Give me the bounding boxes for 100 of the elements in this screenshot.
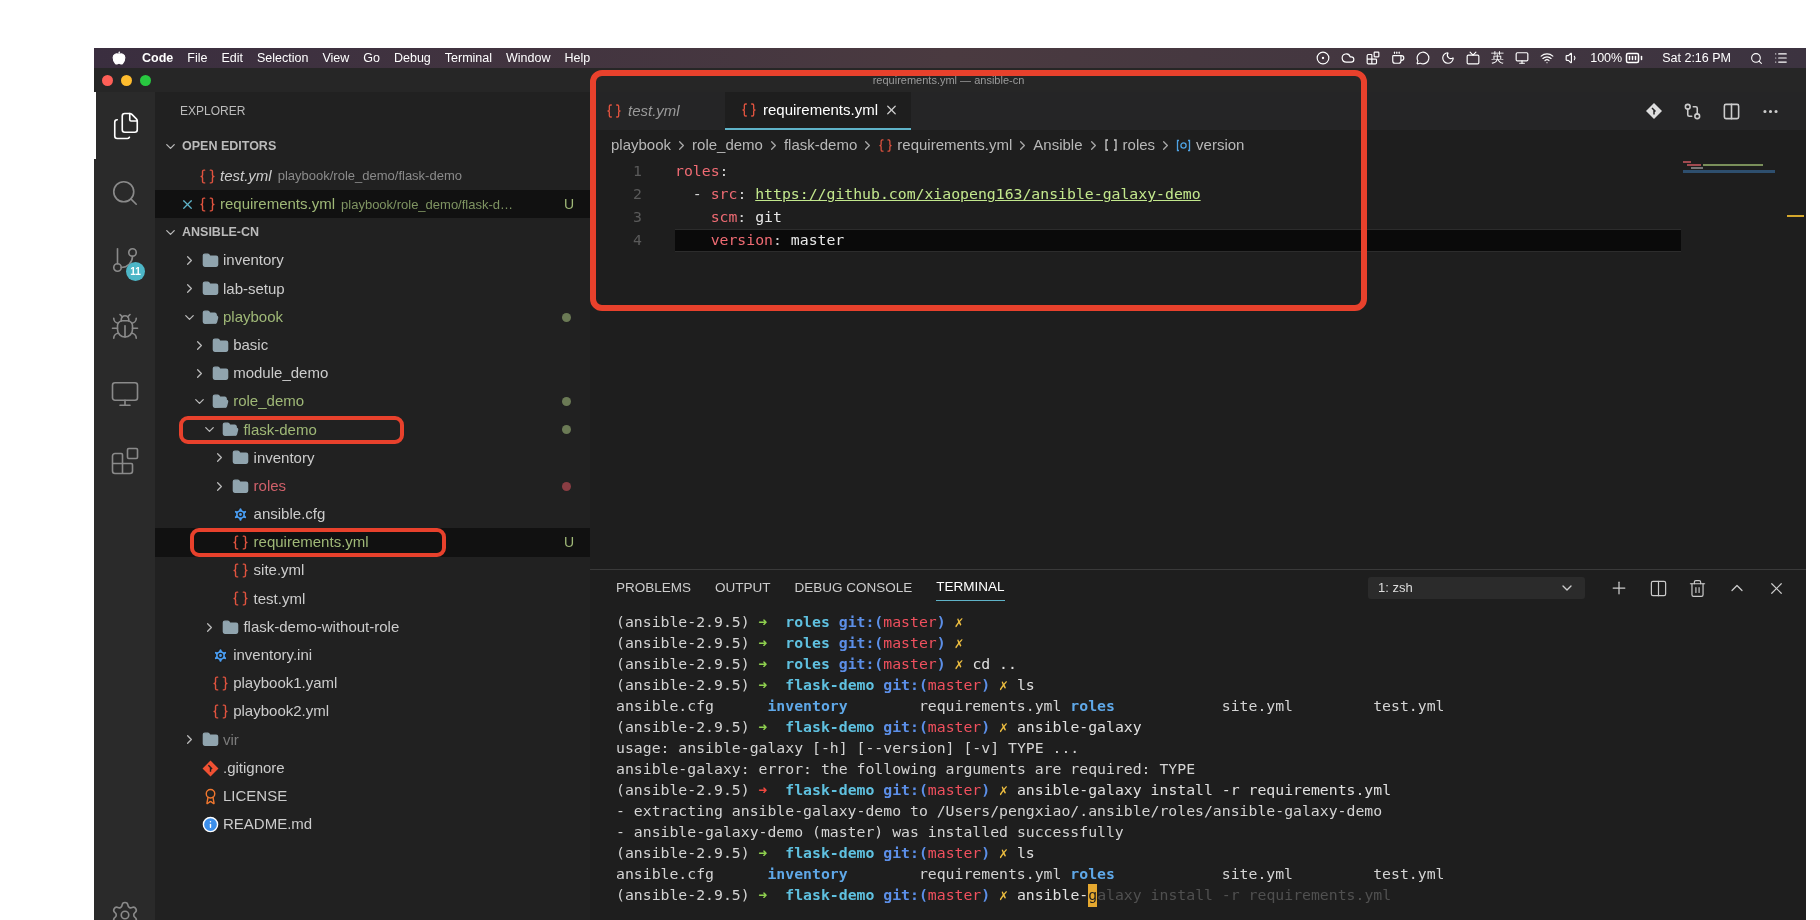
diamond-icon[interactable] xyxy=(1645,102,1663,120)
apple-icon[interactable] xyxy=(112,51,126,65)
prompt-dirty-mark: ✗ xyxy=(954,633,964,654)
prompt-directory: flask-demo xyxy=(785,780,875,801)
terminal-select[interactable]: 1: zsh xyxy=(1368,577,1585,599)
editor-tab[interactable]: requirements.yml xyxy=(725,92,911,130)
prompt-git: ) xyxy=(981,675,991,696)
prompt-git: git:( xyxy=(838,612,884,633)
prompt-directory: roles xyxy=(785,633,830,654)
gear-icon xyxy=(211,646,229,664)
prompt-arrow: ➜ xyxy=(758,633,768,654)
breadcrumb-item[interactable]: role_demo xyxy=(692,133,763,157)
listing-entry: inventory xyxy=(767,864,849,885)
split-terminal-icon[interactable] xyxy=(1649,578,1668,598)
section-header[interactable]: OPEN EDITORS xyxy=(155,130,590,162)
prompt-directory: roles xyxy=(785,612,830,633)
open-editor-item[interactable]: requirements.yml playbook/role_demo/flask-d… U xyxy=(155,190,590,219)
screen-icon[interactable] xyxy=(1466,51,1481,65)
split-editor-icon[interactable] xyxy=(1722,101,1741,121)
prompt-branch: master xyxy=(927,843,982,864)
breadcrumb-item[interactable]: Ansible xyxy=(1033,133,1083,157)
menu-item[interactable]: View xyxy=(322,48,350,68)
wifi-icon[interactable] xyxy=(1540,51,1555,65)
chat-icon[interactable] xyxy=(1416,51,1431,65)
menu-item[interactable]: Edit xyxy=(221,48,243,68)
section-title: OPEN EDITORS xyxy=(182,137,277,155)
panel-tab[interactable]: PROBLEMS xyxy=(616,575,692,601)
panel-tab[interactable]: DEBUG CONSOLE xyxy=(794,575,913,601)
terminal-output: ansible-galaxy: error: the following arguments are required: TYPE xyxy=(616,759,1197,780)
breadcrumb-item[interactable]: requirements.yml xyxy=(897,133,1013,157)
prompt-env: (ansible-2.9.5) xyxy=(616,633,750,654)
menu-item[interactable]: Selection xyxy=(256,48,309,68)
file-name: flask-demo-without-role xyxy=(243,616,400,637)
file-name: roles xyxy=(253,475,287,496)
extensions-icon[interactable] xyxy=(109,445,140,476)
file-name: playbook xyxy=(223,306,284,327)
search-icon[interactable] xyxy=(1750,51,1763,65)
breadcrumb-item[interactable]: playbook xyxy=(611,133,672,157)
info-icon xyxy=(201,815,219,833)
section-title: ANSIBLE-CN xyxy=(182,224,260,242)
circle-dot-icon[interactable] xyxy=(1316,51,1331,65)
listing-entry: site.yml xyxy=(1221,864,1295,885)
prompt-branch: master xyxy=(883,612,937,633)
panel-tab[interactable]: OUTPUT xyxy=(715,575,771,601)
panel-tab[interactable]: TERMINAL xyxy=(936,575,1005,601)
menu-clock[interactable]: Sat 2:16 PM xyxy=(1662,48,1731,68)
prompt-branch: master xyxy=(927,717,982,738)
prompt-env: (ansible-2.9.5) xyxy=(616,654,750,675)
status-letter: U xyxy=(563,194,574,214)
menu-item[interactable]: Go xyxy=(363,48,380,68)
prompt-git: ) xyxy=(936,612,946,633)
file-name: site.yml xyxy=(253,560,305,581)
breadcrumb-item[interactable]: roles xyxy=(1122,133,1156,157)
file-path: playbook/role_demo/flask-demo xyxy=(277,167,463,186)
prompt-branch: master xyxy=(927,885,982,906)
braces-icon xyxy=(232,534,250,552)
file-name: ansible.cfg xyxy=(253,504,326,525)
braces-icon xyxy=(232,590,250,608)
app-menu[interactable]: Code xyxy=(142,48,174,68)
prompt-arrow: ➜ xyxy=(758,885,768,906)
file-name: basic xyxy=(233,334,269,355)
bug-icon[interactable] xyxy=(109,311,140,342)
list-icon[interactable] xyxy=(1774,51,1788,65)
display-icon[interactable] xyxy=(1515,51,1530,65)
moon-icon[interactable] xyxy=(1441,51,1456,65)
menu-item[interactable]: Window xyxy=(506,48,551,68)
file-name: inventory xyxy=(223,250,284,271)
menu-item[interactable]: Terminal xyxy=(444,48,493,68)
listing-entry: test.yml xyxy=(1373,864,1446,885)
prompt-directory: flask-demo xyxy=(785,885,875,906)
prompt-arrow: ➜ xyxy=(758,675,768,696)
battery-percent: 100% xyxy=(1590,49,1623,67)
prompt-git: ) xyxy=(981,843,991,864)
boxes-icon[interactable] xyxy=(1366,51,1381,65)
line-number: 2 xyxy=(632,184,642,205)
cloud-icon[interactable] xyxy=(1341,51,1356,65)
cup-icon[interactable] xyxy=(1391,51,1406,65)
braces-icon xyxy=(878,137,894,153)
compare-icon[interactable] xyxy=(1683,101,1702,121)
file-name: module_demo xyxy=(233,363,329,384)
section-header[interactable]: ANSIBLE-CN xyxy=(155,218,590,247)
braces-icon xyxy=(232,562,250,580)
breadcrumb-item[interactable]: flask-demo xyxy=(783,133,858,157)
field-icon xyxy=(1176,138,1192,152)
breadcrumb-item[interactable]: version xyxy=(1196,133,1245,157)
menu-item[interactable]: Help xyxy=(564,48,591,68)
trash-icon[interactable] xyxy=(1688,578,1707,598)
tree-item[interactable]: requirements.yml U xyxy=(155,528,590,557)
prompt-env: (ansible-2.9.5) xyxy=(616,675,750,696)
prompt-git: ) xyxy=(936,633,946,654)
line-number: 3 xyxy=(632,207,642,228)
listing-entry: ansible.cfg xyxy=(616,864,715,885)
input-method[interactable]: 英 xyxy=(1491,48,1505,68)
file-name: vir xyxy=(223,729,239,750)
prompt-arrow: ➜ xyxy=(758,780,768,801)
terminal-output: usage: ansible-galaxy [-h] [--version] [-v] TYPE ... xyxy=(616,738,1081,759)
menu-item[interactable]: File xyxy=(187,48,208,68)
prompt-directory: flask-demo xyxy=(785,843,875,864)
menu-item[interactable]: Debug xyxy=(393,48,431,68)
listing-entry: ansible.cfg xyxy=(616,696,715,717)
